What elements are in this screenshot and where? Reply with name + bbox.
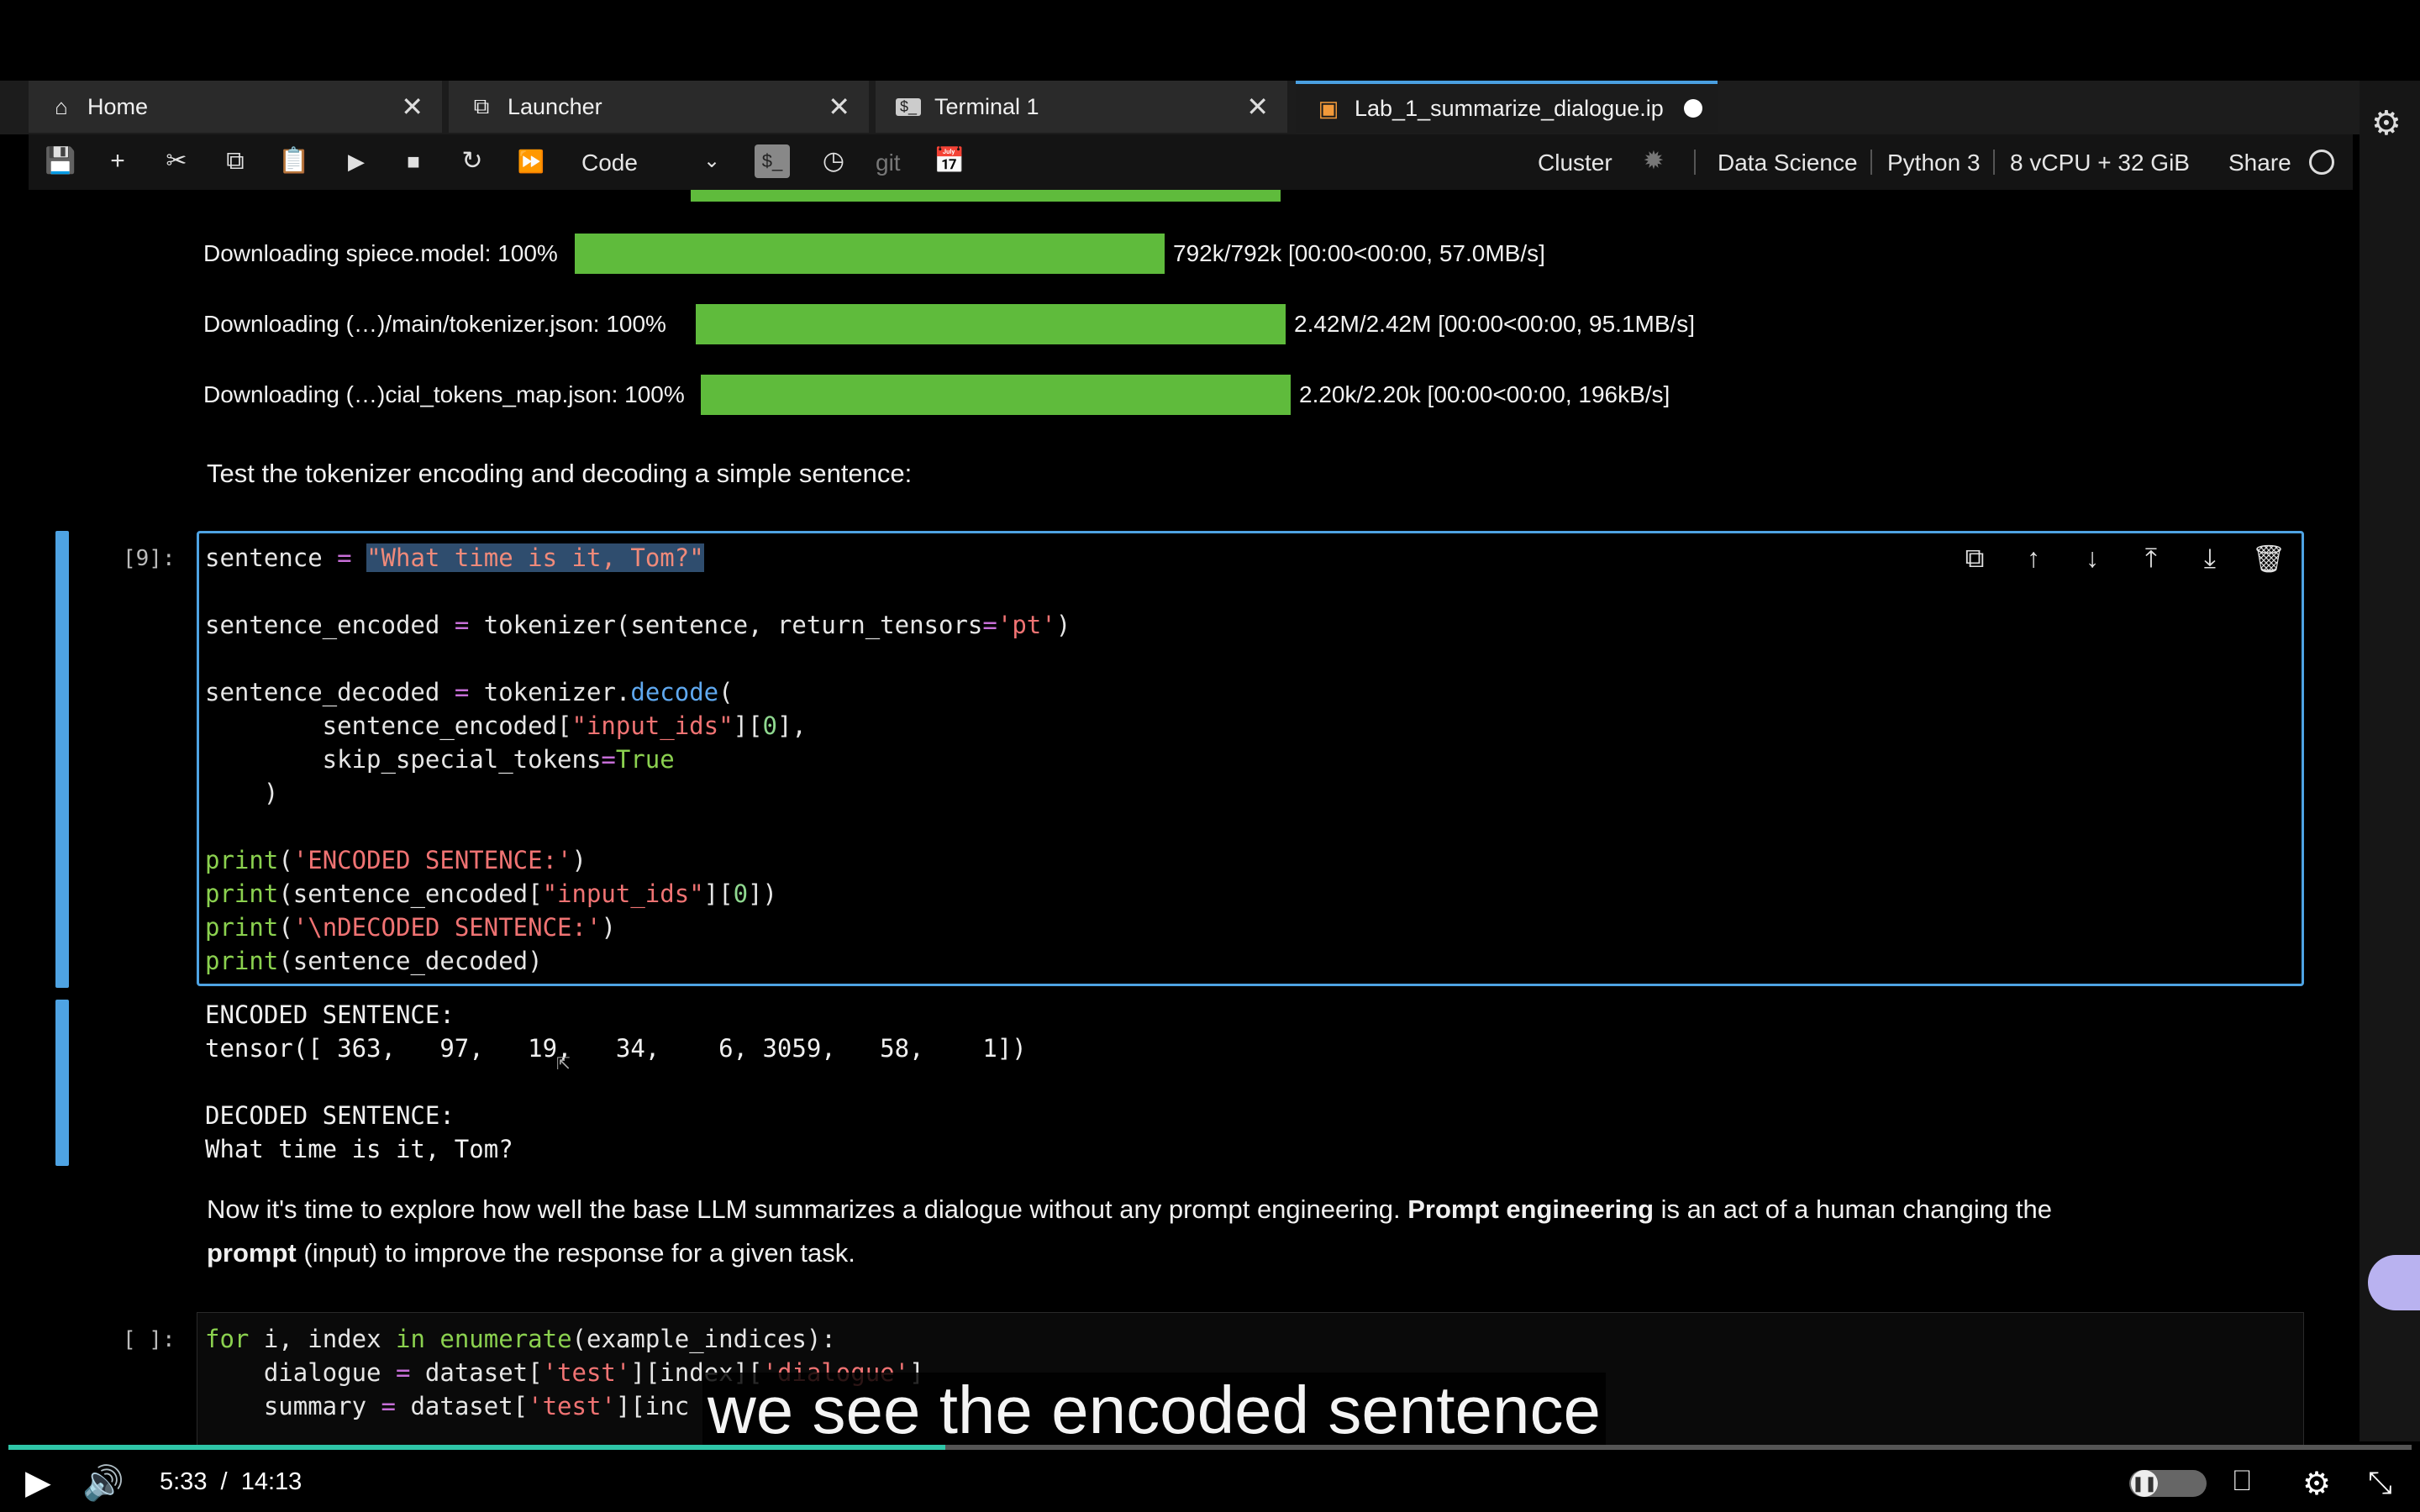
delete-cell-icon[interactable]: 🗑 xyxy=(2250,543,2287,575)
chat-bubble-icon[interactable] xyxy=(2368,1255,2420,1310)
git-icon[interactable]: git xyxy=(876,146,901,180)
download-label: Downloading (…)/main/tokenizer.json: 100… xyxy=(203,311,666,337)
tab-label: Lab_1_summarize_dialogue.ip xyxy=(1355,95,1664,121)
share-button[interactable]: Share xyxy=(2228,146,2291,180)
autoplay-toggle[interactable]: ❚❚ xyxy=(2129,1470,2207,1497)
video-controls xyxy=(0,1450,2420,1512)
play-icon[interactable]: ▶ xyxy=(25,1463,51,1502)
restart-icon[interactable]: ↻ xyxy=(455,144,489,178)
download-stats: 792k/792k [00:00<00:00, 57.0MB/s] xyxy=(1173,240,1545,266)
pause-icon: ❚❚ xyxy=(2131,1470,2158,1497)
selected-text: "What time is it, Tom?" xyxy=(366,543,704,572)
active-cell-bar[interactable] xyxy=(55,531,69,988)
property-inspector-icon[interactable]: ⚙ xyxy=(2371,104,2402,143)
code-line: print(sentence_encoded["input_ids"][0]) xyxy=(205,879,777,908)
output-decoded: What time is it, Tom? xyxy=(205,1135,513,1163)
terminal-icon: $_ xyxy=(896,97,921,116)
notebook-icon: ▣ xyxy=(1318,95,1339,121)
tab-label: Home xyxy=(87,93,149,119)
output-collapse-bar[interactable] xyxy=(55,1000,69,1166)
output-encoded-header: ENCODED SENTENCE: xyxy=(205,1000,455,1029)
download-stats: 2.20k/2.20k [00:00<00:00, 196kB/s] xyxy=(1299,381,1670,407)
kernel-status-icon xyxy=(2309,150,2334,175)
code-line: print('\nDECODED SENTENCE:') xyxy=(205,913,616,942)
code-line: print(sentence_decoded) xyxy=(205,947,543,975)
output-decoded-header: DECODED SENTENCE: xyxy=(205,1101,455,1130)
mouse-cursor-icon: ⇱ xyxy=(556,1055,571,1074)
gear-icon[interactable]: ✹ xyxy=(1639,144,1669,178)
code-line: sentence_encoded["input_ids"][0], xyxy=(205,711,807,740)
paste-icon[interactable]: 📋 xyxy=(277,144,311,178)
tab-launcher[interactable]: ⧉ Launcher ✕ xyxy=(449,81,869,133)
video-time: 5:33 / 14:13 xyxy=(160,1468,302,1495)
terminal-launch-icon[interactable]: $_ xyxy=(755,144,790,178)
download-stats: 2.42M/2.42M [00:00<00:00, 95.1MB/s] xyxy=(1294,311,1696,337)
divider xyxy=(1870,150,1872,175)
home-icon: ⌂ xyxy=(55,93,68,119)
notebook-toolbar xyxy=(29,134,2353,191)
unsaved-dot-icon[interactable] xyxy=(1684,99,1702,118)
tab-notebook[interactable]: ▣ Lab_1_summarize_dialogue.ip xyxy=(1296,81,1718,133)
output-tensor: tensor([ 363, 97, 19, 34, 6, 3059, 58, 1… xyxy=(205,1034,1027,1063)
download-label: Downloading spiece.model: 100% xyxy=(203,240,558,266)
fast-forward-icon[interactable]: ⏩ xyxy=(514,144,548,178)
settings-gear-icon[interactable]: ⚙ xyxy=(2302,1465,2331,1503)
duplicate-cell-icon[interactable]: ⧉ xyxy=(1956,543,1993,575)
close-icon[interactable]: ✕ xyxy=(1246,91,1269,123)
download-progress-bar xyxy=(696,304,1286,344)
close-icon[interactable]: ✕ xyxy=(828,91,850,123)
move-up-icon[interactable]: ↑ xyxy=(2015,543,2052,574)
cell-prompt: [9]: xyxy=(123,546,176,571)
tab-label: Terminal 1 xyxy=(934,93,1039,119)
schedule-icon[interactable]: 📅 xyxy=(933,144,966,178)
cut-icon[interactable]: ✂ xyxy=(160,144,193,178)
code-line: sentence = "What time is it, Tom?" xyxy=(205,543,704,572)
download-progress-bar xyxy=(575,234,1165,274)
code-line: ) xyxy=(205,779,279,807)
cell-prompt: [ ]: xyxy=(123,1327,176,1352)
save-icon[interactable]: 💾 xyxy=(44,144,77,178)
insert-below-icon[interactable]: ⤓ xyxy=(2191,543,2228,575)
move-down-icon[interactable]: ↓ xyxy=(2074,543,2111,574)
tab-home[interactable]: ⌂ Home ✕ xyxy=(29,81,442,133)
tab-terminal[interactable]: $_ Terminal 1 ✕ xyxy=(876,81,1287,133)
video-subtitle: we see the encoded sentence xyxy=(702,1373,1607,1448)
kernel-label[interactable]: Python 3 xyxy=(1887,146,1981,180)
copy-icon[interactable]: ⧉ xyxy=(218,144,252,178)
code-line: summary = dataset['test'][inc xyxy=(205,1392,690,1420)
chevron-down-icon[interactable]: ⌄ xyxy=(699,144,724,178)
tab-label: Launcher xyxy=(508,93,602,119)
partial-progress-bar xyxy=(691,190,1281,202)
insert-above-icon[interactable]: ⤒ xyxy=(2133,543,2170,575)
divider xyxy=(1694,150,1696,175)
code-line: skip_special_tokens=True xyxy=(205,745,675,774)
external-link-icon: ⧉ xyxy=(473,93,490,118)
instance-label[interactable]: 8 vCPU + 32 GiB xyxy=(2010,146,2190,180)
volume-icon[interactable]: 🔊 xyxy=(82,1463,124,1503)
video-progress-fill xyxy=(8,1445,946,1450)
code-line: sentence_decoded = tokenizer.decode( xyxy=(205,678,734,706)
right-sidebar xyxy=(2360,81,2420,1441)
video-progress-track[interactable] xyxy=(8,1445,2412,1450)
close-icon[interactable]: ✕ xyxy=(401,91,424,123)
code-line: sentence_encoded = tokenizer(sentence, r… xyxy=(205,611,1071,639)
run-icon[interactable]: ▶ xyxy=(339,144,373,178)
cell-type-select[interactable]: Code xyxy=(581,146,638,180)
download-progress-bar xyxy=(701,375,1291,415)
exit-fullscreen-icon[interactable]: ⤡ xyxy=(2368,1465,2392,1501)
markdown-text: Test the tokenizer encoding and decoding… xyxy=(207,459,913,488)
code-line: for i, index in enumerate(example_indice… xyxy=(205,1325,836,1353)
add-cell-icon[interactable]: + xyxy=(101,144,134,178)
image-label[interactable]: Data Science xyxy=(1718,146,1858,180)
download-label: Downloading (…)cial_tokens_map.json: 100… xyxy=(203,381,685,407)
divider xyxy=(1993,150,1995,175)
captions-icon[interactable]: ⎕ xyxy=(2233,1465,2250,1498)
code-line: print('ENCODED SENTENCE:') xyxy=(205,846,587,874)
cluster-button[interactable]: Cluster xyxy=(1538,146,1612,180)
clock-icon[interactable]: ◷ xyxy=(817,144,850,178)
stop-icon[interactable]: ■ xyxy=(397,144,430,178)
markdown-paragraph: Now it's time to explore how well the ba… xyxy=(207,1194,2052,1268)
